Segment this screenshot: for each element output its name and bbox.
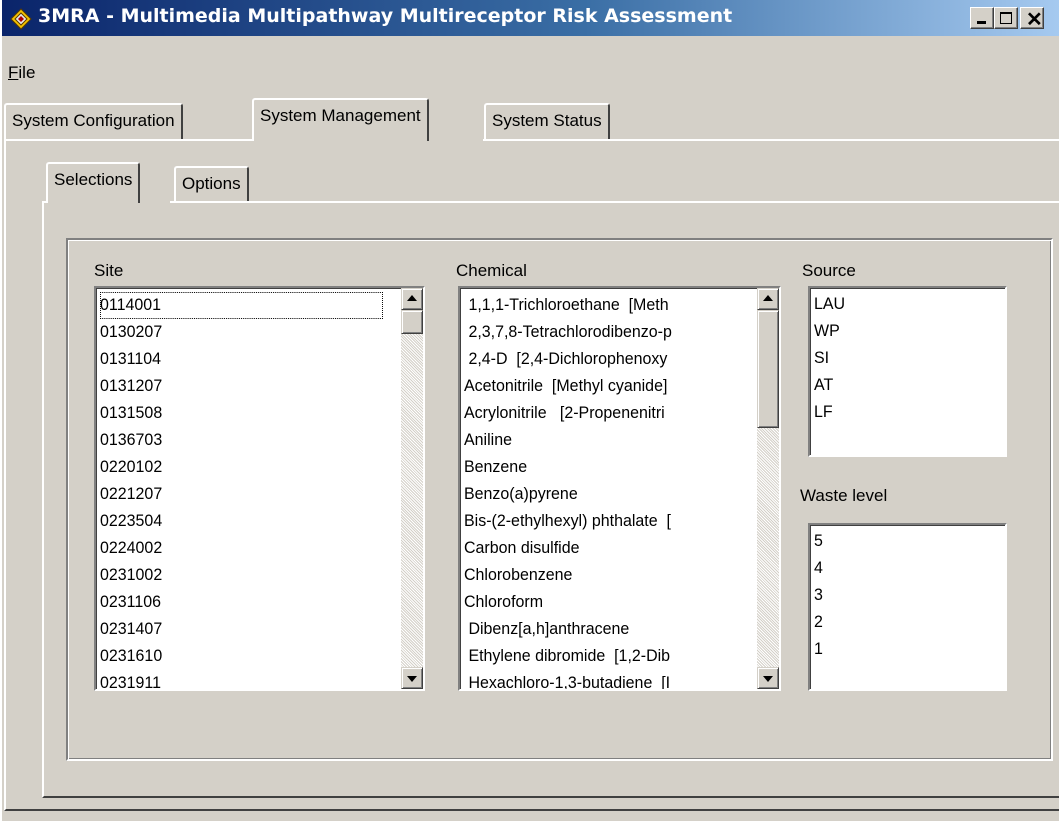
- site-list-item[interactable]: 0130207: [100, 319, 383, 346]
- tab-label: System Status: [492, 111, 602, 130]
- site-label: Site: [94, 261, 123, 281]
- tab-label: System Configuration: [12, 111, 175, 130]
- chemical-list-item[interactable]: Bis-(2-ethylhexyl) phthalate [: [464, 508, 739, 535]
- chemical-list-item[interactable]: 2,3,7,8-Tetrachlorodibenzo-p: [464, 319, 739, 346]
- site-scrollbar[interactable]: [401, 288, 423, 689]
- source-listbox[interactable]: LAU WP SI AT LF: [808, 286, 1007, 457]
- chemical-list-item[interactable]: Acetonitrile [Methyl cyanide]: [464, 373, 739, 400]
- tab-label: Options: [182, 174, 241, 193]
- arrow-up-icon: [407, 295, 417, 301]
- source-list-item[interactable]: AT: [814, 372, 992, 399]
- scroll-down-button[interactable]: [401, 667, 423, 689]
- close-icon: ✕: [1026, 7, 1043, 32]
- scroll-thumb[interactable]: [757, 310, 779, 428]
- site-list-item[interactable]: 0114001: [100, 292, 383, 319]
- source-list-item[interactable]: SI: [814, 345, 992, 372]
- site-list-item[interactable]: 0231407: [100, 616, 383, 643]
- waste-level-list-item[interactable]: 4: [814, 555, 992, 582]
- source-list-item[interactable]: WP: [814, 318, 992, 345]
- diamond-app-icon: [10, 8, 32, 30]
- chemical-list-item[interactable]: Chloroform: [464, 589, 739, 616]
- chemical-list-item[interactable]: Carbon disulfide: [464, 535, 739, 562]
- waste-level-label: Waste level: [800, 486, 887, 506]
- minimize-button[interactable]: [970, 7, 994, 29]
- site-list-item[interactable]: 0131104: [100, 346, 383, 373]
- maximize-button[interactable]: [994, 7, 1018, 29]
- site-list-item[interactable]: 0224002: [100, 535, 383, 562]
- arrow-down-icon: [407, 676, 417, 682]
- site-list-item[interactable]: 0223504: [100, 508, 383, 535]
- chemical-list-item[interactable]: Chlorobenzene: [464, 562, 739, 589]
- waste-level-list-item[interactable]: 3: [814, 582, 992, 609]
- tab-system-configuration[interactable]: System Configuration: [4, 103, 183, 139]
- menu-file[interactable]: File: [8, 63, 35, 83]
- source-list-item[interactable]: LAU: [814, 291, 992, 318]
- chemical-list-item[interactable]: Dibenz[a,h]anthracene: [464, 616, 739, 643]
- site-list-item[interactable]: 0220102: [100, 454, 383, 481]
- main-window: 3MRA - Multimedia Multipathway Multirece…: [0, 0, 1059, 821]
- source-list-item[interactable]: LF: [814, 399, 992, 426]
- waste-level-list-item[interactable]: 1: [814, 636, 992, 663]
- source-items: LAU WP SI AT LF: [814, 291, 1003, 426]
- chemical-label: Chemical: [456, 261, 527, 281]
- chemical-list-item[interactable]: Ethylene dibromide [1,2-Dib: [464, 643, 739, 670]
- source-label: Source: [802, 261, 856, 281]
- chemical-list-item[interactable]: Acrylonitrile [2-Propenenitri: [464, 400, 739, 427]
- tab-label: System Management: [260, 106, 421, 125]
- tab-options[interactable]: Options: [174, 166, 249, 203]
- waste-level-list-item[interactable]: 5: [814, 528, 992, 555]
- chemical-listbox[interactable]: 1,1,1-Trichloroethane [Meth 2,3,7,8-Tetr…: [458, 286, 781, 691]
- site-list-item[interactable]: 0231002: [100, 562, 383, 589]
- chemical-list-item[interactable]: Hexachloro-1,3-butadiene [I: [464, 670, 739, 691]
- title-bar[interactable]: 3MRA - Multimedia Multipathway Multirece…: [2, 0, 1059, 36]
- chemical-list-item[interactable]: Aniline: [464, 427, 739, 454]
- scroll-thumb[interactable]: [401, 310, 423, 334]
- chemical-list-item[interactable]: Benzo(a)pyrene: [464, 481, 739, 508]
- site-list-item[interactable]: 0231911: [100, 670, 383, 691]
- site-items: 0114001 0130207 0131104 0131207 0131508 01367…: [100, 292, 401, 691]
- menu-file-mnemonic: F: [8, 63, 18, 82]
- arrow-up-icon: [763, 295, 773, 301]
- chemical-items: 1,1,1-Trichloroethane [Meth 2,3,7,8-Tetr…: [464, 292, 757, 691]
- waste-level-items: 54321: [814, 528, 1003, 663]
- site-list-item[interactable]: 0136703: [100, 427, 383, 454]
- site-listbox[interactable]: 0114001 0130207 0131104 0131207 0131508 01367…: [94, 286, 425, 691]
- site-list-item[interactable]: 0221207: [100, 481, 383, 508]
- window-title: 3MRA - Multimedia Multipathway Multirece…: [38, 5, 732, 27]
- waste-level-list-item[interactable]: 2: [814, 609, 992, 636]
- menu-file-label: ile: [18, 63, 35, 82]
- close-button[interactable]: ✕: [1020, 7, 1044, 29]
- chemical-scrollbar[interactable]: [757, 288, 779, 689]
- scroll-down-button[interactable]: [757, 667, 779, 689]
- site-list-item[interactable]: 0231610: [100, 643, 383, 670]
- tab-label: Selections: [54, 170, 132, 189]
- arrow-down-icon: [763, 676, 773, 682]
- site-list-item[interactable]: 0231106: [100, 589, 383, 616]
- waste-level-listbox[interactable]: 54321: [808, 523, 1007, 691]
- scroll-up-button[interactable]: [757, 288, 779, 310]
- scroll-up-button[interactable]: [401, 288, 423, 310]
- menu-bar: File: [2, 62, 1059, 88]
- tab-system-status[interactable]: System Status: [484, 103, 610, 139]
- site-list-item[interactable]: 0131508: [100, 400, 383, 427]
- tab-selections[interactable]: Selections: [46, 162, 140, 203]
- chemical-list-item[interactable]: 1,1,1-Trichloroethane [Meth: [464, 292, 739, 319]
- chemical-list-item[interactable]: Benzene: [464, 454, 739, 481]
- tab-system-management[interactable]: System Management: [252, 98, 429, 141]
- chemical-list-item[interactable]: 2,4-D [2,4-Dichlorophenoxy: [464, 346, 739, 373]
- site-list-item[interactable]: 0131207: [100, 373, 383, 400]
